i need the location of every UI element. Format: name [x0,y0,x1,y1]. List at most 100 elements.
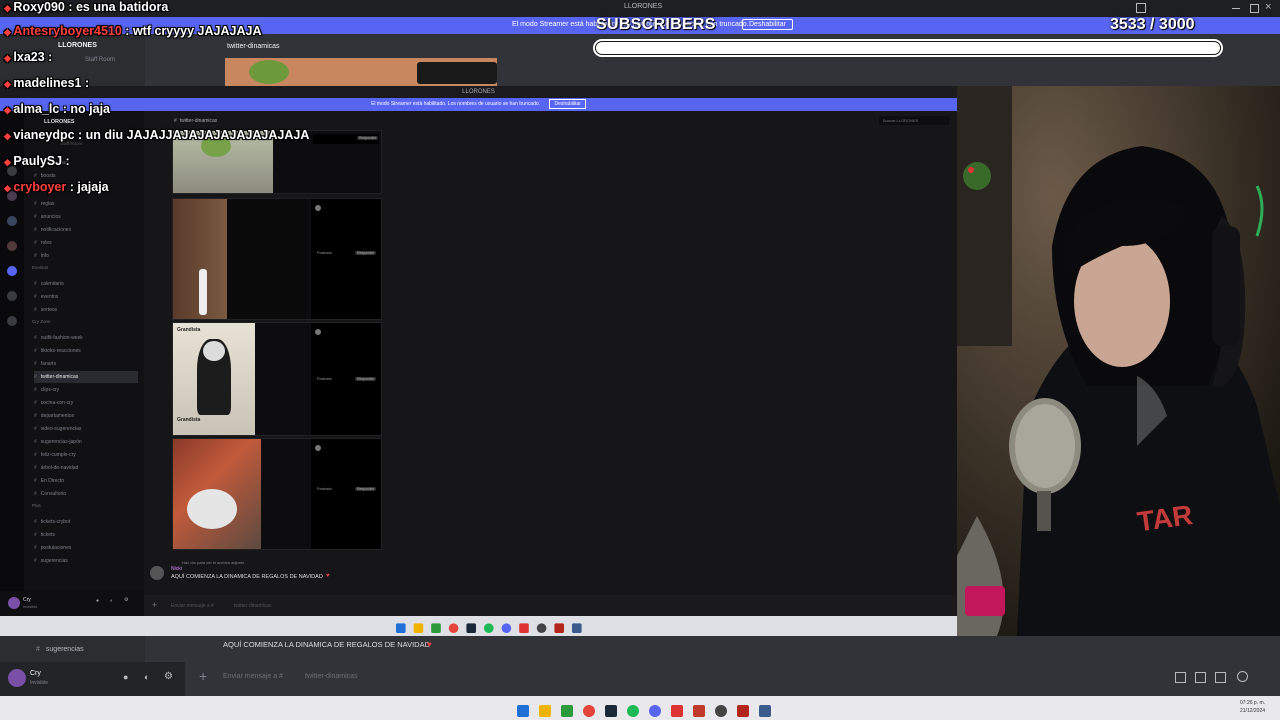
attachment-photo[interactable] [173,439,261,549]
mic-icon[interactable]: ● [123,672,128,682]
inner-message-input[interactable]: + Enviar mensaje a # twitter-dinamicas [144,595,957,616]
channel-item[interactable]: # tiktoks-reacciones [34,345,81,357]
channel-item[interactable]: # outfit-fashion-week [34,332,83,344]
file-explorer-icon[interactable] [539,704,551,717]
channel-item[interactable]: # tickets-crybot [34,516,70,528]
reply-attachment-line[interactable]: Haz clic para ver el archivo adjunto [182,560,244,565]
outer-message-input[interactable]: + Enviar mensaje a # twitter-dinamicas [185,662,1280,696]
gear-icon[interactable]: ⚙ [124,597,128,603]
sticker-icon[interactable] [1215,672,1226,683]
app-icon[interactable] [572,623,582,633]
app-icon[interactable] [554,623,564,633]
channel-category[interactable]: Eventos [32,265,48,270]
add-attachment-icon[interactable]: + [199,668,207,684]
channel-item[interactable]: # tickets [34,529,55,541]
reply-button[interactable]: Responder [357,136,379,140]
gift-icon[interactable] [1175,672,1186,683]
gif-icon[interactable] [1195,672,1206,683]
channel-item[interactable]: # info [34,250,49,262]
channel-item[interactable]: # departamentos [34,410,74,422]
channel-item[interactable]: # anuncios [34,211,61,223]
server-icon[interactable] [7,316,17,326]
channel-item[interactable]: # En Directo [34,475,64,487]
green-app-icon[interactable] [561,704,573,717]
outer-sidebar-item-sugerencias[interactable]: # sugerencias [36,646,84,653]
tweet-embed[interactable]: Posteado Responder [311,323,381,435]
server-icon[interactable] [7,291,17,301]
channel-item[interactable]: # eventos [34,291,58,303]
obs-icon[interactable] [536,623,547,633]
tweet-embed[interactable]: Posteado Responder [311,199,381,319]
headset-icon[interactable]: ◐ [144,672,149,682]
avatar[interactable] [150,566,164,580]
minimize-icon[interactable] [1232,8,1240,9]
attachment-card[interactable]: Grandista Grandista Posteado Responder [172,322,382,436]
outer-tweet-preview[interactable] [417,62,497,84]
avatar[interactable] [8,597,20,609]
discord-icon[interactable] [501,623,512,633]
start-icon[interactable] [396,623,406,633]
green-app-icon[interactable] [431,623,441,633]
close-icon[interactable]: × [1265,1,1271,13]
channel-category[interactable]: Cry Zone [32,319,51,324]
chrome-icon[interactable] [583,704,595,717]
app-icon[interactable] [693,704,705,717]
inner-server-name[interactable]: LLORONES [44,119,75,125]
file-explorer-icon[interactable] [413,623,424,633]
outer-staff-room[interactable]: Staff Room [85,57,115,63]
channel-item[interactable]: # postulaciones [34,542,71,554]
add-attachment-icon[interactable]: + [152,600,157,610]
channel-item[interactable]: # notificaciones [34,224,71,236]
mic-icon[interactable]: ● [96,598,99,604]
attachment-card[interactable]: Posteado Responder [172,198,382,320]
maximize-icon[interactable] [1250,4,1259,13]
spotify-icon[interactable] [484,623,494,633]
channel-item[interactable]: # cocina-con-cry [34,397,73,409]
channel-item[interactable]: # reglas [34,198,54,210]
reply-button[interactable]: Responder [355,487,377,491]
spotify-icon[interactable] [627,704,639,717]
attachment-card[interactable]: Posteado Responder [172,438,382,550]
emoji-icon[interactable] [1237,671,1248,682]
headset-icon[interactable]: ◐ [110,598,113,604]
inbox-icon[interactable] [1136,3,1146,13]
server-icon[interactable] [7,266,17,276]
gear-icon[interactable]: ⚙ [164,671,173,682]
server-icon[interactable] [7,216,17,226]
inner-disable-button[interactable]: Deshabilitar [549,99,586,109]
channel-item[interactable]: # video-sugerencias [34,423,81,435]
attachment-photo[interactable]: Grandista Grandista [173,323,255,435]
inner-search-input[interactable]: Buscar LLORONES [879,116,949,125]
steam-icon[interactable] [466,623,476,633]
tweet-embed[interactable]: Posteado Responder [311,439,381,549]
app-icon[interactable] [737,704,749,717]
channel-item[interactable]: # calendario [34,278,64,290]
channel-category[interactable]: Plus [32,503,41,508]
steam-icon[interactable] [605,704,617,717]
app-icon[interactable] [519,623,529,633]
channel-item[interactable]: # Consultorio [34,488,66,500]
app-icon[interactable] [671,704,683,717]
channel-item[interactable]: # sugerencias-japón [34,436,82,448]
start-icon[interactable] [517,704,529,717]
reply-button[interactable]: Responder [355,377,377,381]
avatar[interactable] [8,669,26,687]
message-author[interactable]: Nicki [171,566,182,572]
channel-item[interactable]: # árbol-de-navidad [34,462,78,474]
server-icon[interactable] [7,241,17,251]
outer-disable-button[interactable]: Deshabilitar [742,19,793,30]
outer-server-name[interactable]: LLORONES [58,42,97,49]
channel-item[interactable]: # sugerencias [34,555,68,567]
obs-icon[interactable] [715,704,727,717]
chrome-icon[interactable] [448,623,459,633]
channel-item[interactable]: # feliz-cumple-cry [34,449,76,461]
channel-item[interactable]: # fanarts [34,358,56,370]
channel-item[interactable]: # sorteos [34,304,57,316]
app-icon[interactable] [759,704,771,717]
attachment-photo[interactable] [173,199,227,319]
channel-item[interactable]: # clips-cry [34,384,59,396]
reply-button[interactable]: Responder [355,251,377,255]
channel-item[interactable]: # twitter-dinamicas [34,371,138,383]
discord-icon[interactable] [649,704,661,717]
channel-item[interactable]: # roles [34,237,52,249]
